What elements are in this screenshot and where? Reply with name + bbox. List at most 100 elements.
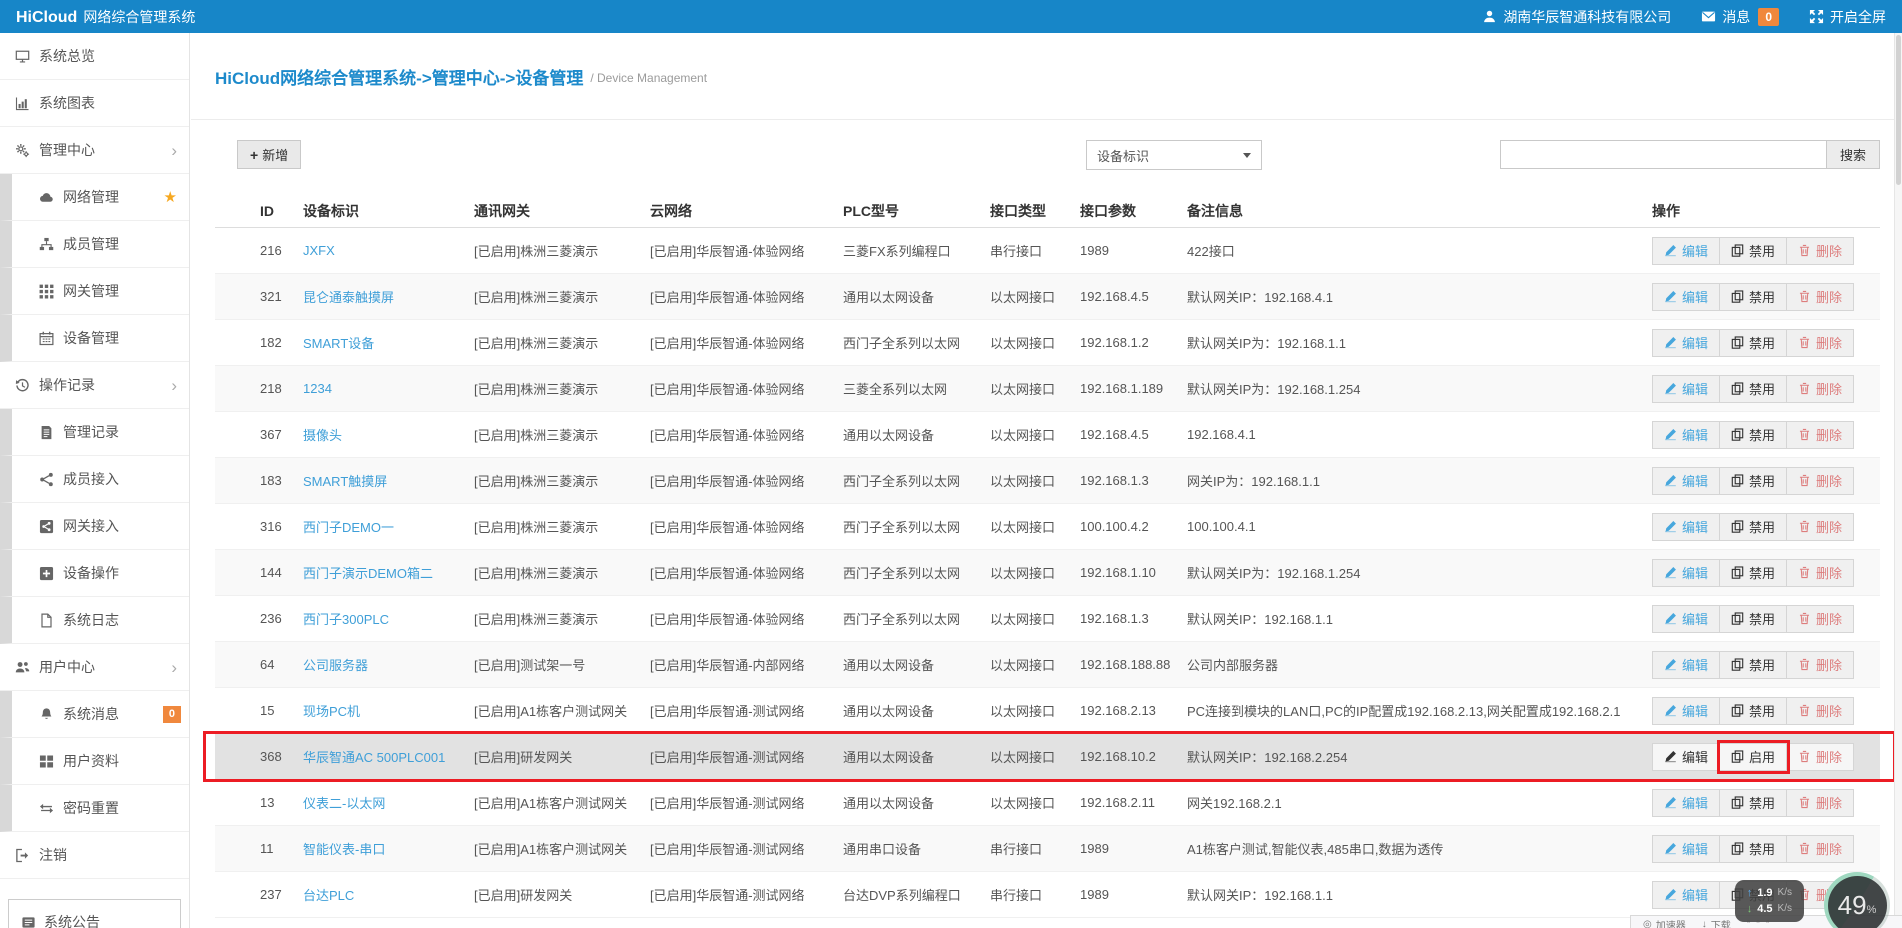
delete-button[interactable]: 删除 xyxy=(1787,237,1854,265)
edit-button[interactable]: 编辑 xyxy=(1652,329,1720,357)
delete-button[interactable]: 删除 xyxy=(1787,375,1854,403)
device-name-link[interactable]: 昆仑通泰触摸屏 xyxy=(303,287,474,306)
scrollbar-thumb[interactable] xyxy=(1896,35,1901,185)
device-name-link[interactable]: 摄像头 xyxy=(303,425,474,444)
sidebar-item-gateway-access[interactable]: 网关接入 xyxy=(0,503,189,550)
sidebar-item-system-charts[interactable]: 系统图表 xyxy=(0,80,189,127)
delete-button[interactable]: 删除 xyxy=(1787,789,1854,817)
edit-button[interactable]: 编辑 xyxy=(1652,283,1720,311)
vertical-scrollbar[interactable] xyxy=(1894,33,1902,928)
disable-button[interactable]: 禁用 xyxy=(1720,421,1787,449)
device-name-link[interactable]: 台达PLC xyxy=(303,885,474,904)
delete-button[interactable]: 删除 xyxy=(1787,605,1854,633)
edit-button[interactable]: 编辑 xyxy=(1652,835,1720,863)
device-name-link[interactable]: 仪表二-以太网 xyxy=(303,793,474,812)
search-input[interactable] xyxy=(1500,140,1826,169)
disable-button[interactable]: 禁用 xyxy=(1720,651,1787,679)
disable-button[interactable]: 禁用 xyxy=(1720,467,1787,495)
add-device-button[interactable]: + 新增 xyxy=(237,140,301,169)
disable-button[interactable]: 禁用 xyxy=(1720,789,1787,817)
device-name-link[interactable]: SMART触摸屏 xyxy=(303,471,474,490)
sidebar-item-system-announcement[interactable]: 系统公告 xyxy=(8,899,181,928)
delete-button[interactable]: 删除 xyxy=(1787,513,1854,541)
device-name-link[interactable]: SMART设备 xyxy=(303,333,474,352)
sidebar-item-password-reset[interactable]: 密码重置 xyxy=(0,785,189,832)
edit-button[interactable]: 编辑 xyxy=(1652,375,1720,403)
device-name-link[interactable]: 1234 xyxy=(303,381,474,396)
disable-button[interactable]: 禁用 xyxy=(1720,329,1787,357)
disable-button[interactable]: 禁用 xyxy=(1720,559,1787,587)
edit-button[interactable]: 编辑 xyxy=(1652,559,1720,587)
download-button[interactable]: ↓ 下载 xyxy=(1702,917,1731,928)
cell-plc-model: 通用以太网设备 xyxy=(843,747,990,766)
sidebar-item-user-profile[interactable]: 用户资料 xyxy=(0,738,189,785)
delete-button[interactable]: 删除 xyxy=(1787,835,1854,863)
delete-button[interactable]: 删除 xyxy=(1787,329,1854,357)
delete-button[interactable]: 删除 xyxy=(1787,743,1854,771)
edit-button[interactable]: 编辑 xyxy=(1652,789,1720,817)
disable-button[interactable]: 禁用 xyxy=(1720,605,1787,633)
cell-plc-model: 三菱全系列以太网 xyxy=(843,379,990,398)
edit-button[interactable]: 编辑 xyxy=(1652,237,1720,265)
sidebar-item-member-management[interactable]: 成员管理 xyxy=(0,221,189,268)
sidebar-item-gateway-management[interactable]: 网关管理 xyxy=(0,268,189,315)
edit-button[interactable]: 编辑 xyxy=(1652,467,1720,495)
disable-button[interactable]: 禁用 xyxy=(1720,375,1787,403)
company-menu[interactable]: 湖南华辰智通科技有限公司 xyxy=(1482,7,1671,27)
sidebar-item-system-messages[interactable]: 系统消息 0 xyxy=(0,691,189,738)
sidebar-item-system-overview[interactable]: 系统总览 xyxy=(0,33,189,80)
device-name-link[interactable]: 西门子演示DEMO箱二 xyxy=(303,563,474,582)
sidebar-item-management-records[interactable]: 管理记录 xyxy=(0,409,189,456)
cell-id: 216 xyxy=(215,243,303,258)
sidebar-item-management-center[interactable]: 管理中心 › xyxy=(0,127,189,174)
sidebar-item-device-management[interactable]: 设备管理 xyxy=(0,315,189,362)
messages-menu[interactable]: 消息 0 xyxy=(1701,7,1779,27)
delete-button[interactable]: 删除 xyxy=(1787,559,1854,587)
device-name-link[interactable]: 西门子DEMO一 xyxy=(303,517,474,536)
device-name-link[interactable]: 智能仪表-串口 xyxy=(303,839,474,858)
edit-button[interactable]: 编辑 xyxy=(1652,697,1720,725)
table-row: 144西门子演示DEMO箱二[已启用]株洲三菱演示[已启用]华辰智通-体验网络西… xyxy=(215,550,1880,596)
sidebar-item-network-management[interactable]: 网络管理 ★ xyxy=(0,174,189,221)
edit-button[interactable]: 编辑 xyxy=(1652,881,1720,909)
disable-button[interactable]: 禁用 xyxy=(1720,697,1787,725)
device-name-link[interactable]: 华辰智通AC 500PLC001 xyxy=(303,747,474,766)
cell-interface-param: 192.168.188.88 xyxy=(1080,657,1187,672)
sidebar-item-user-center[interactable]: 用户中心 › xyxy=(0,644,189,691)
search-button[interactable]: 搜索 xyxy=(1826,140,1880,169)
delete-button[interactable]: 删除 xyxy=(1787,697,1854,725)
fullscreen-toggle[interactable]: 开启全屏 xyxy=(1809,7,1886,27)
th-large-icon xyxy=(39,754,54,769)
disable-button[interactable]: 禁用 xyxy=(1720,237,1787,265)
disable-button[interactable]: 禁用 xyxy=(1720,835,1787,863)
device-table: ID设备标识通讯网关云网络PLC型号接口类型接口参数备注信息操作 216JXFX… xyxy=(215,194,1880,918)
delete-button[interactable]: 删除 xyxy=(1787,421,1854,449)
sidebar-item-device-operations[interactable]: 设备操作 xyxy=(0,550,189,597)
device-name-link[interactable]: 现场PC机 xyxy=(303,701,474,720)
edit-button[interactable]: 编辑 xyxy=(1652,513,1720,541)
sidebar-item-logout[interactable]: 注销 xyxy=(0,832,189,879)
table-row: 15现场PC机[已启用]A1栋客户测试网关[已启用]华辰智通-测试网络通用以太网… xyxy=(215,688,1880,734)
device-id-filter-select[interactable]: 设备标识 xyxy=(1086,140,1262,170)
row-actions: 编辑禁用删除 xyxy=(1652,835,1880,863)
sidebar-item-system-logs[interactable]: 系统日志 xyxy=(0,597,189,644)
cell-id: 316 xyxy=(215,519,303,534)
delete-button[interactable]: 删除 xyxy=(1787,467,1854,495)
sidebar-item-member-access[interactable]: 成员接入 xyxy=(0,456,189,503)
disable-button[interactable]: 禁用 xyxy=(1720,513,1787,541)
device-name-link[interactable]: 公司服务器 xyxy=(303,655,474,674)
delete-button[interactable]: 删除 xyxy=(1787,651,1854,679)
accelerator-button[interactable]: ◎ 加速器 xyxy=(1643,917,1686,928)
enable-button[interactable]: 启用 xyxy=(1720,743,1787,771)
device-name-link[interactable]: 西门子300PLC xyxy=(303,609,474,628)
edit-button[interactable]: 编辑 xyxy=(1652,651,1720,679)
edit-button[interactable]: 编辑 xyxy=(1652,421,1720,449)
sidebar-item-operation-records[interactable]: 操作记录 › xyxy=(0,362,189,409)
edit-button[interactable]: 编辑 xyxy=(1652,743,1720,771)
delete-button[interactable]: 删除 xyxy=(1787,283,1854,311)
table-row: 236西门子300PLC[已启用]株洲三菱演示[已启用]华辰智通-体验网络西门子… xyxy=(215,596,1880,642)
edit-button[interactable]: 编辑 xyxy=(1652,605,1720,633)
device-name-link[interactable]: JXFX xyxy=(303,243,474,258)
chart-icon xyxy=(15,96,30,111)
disable-button[interactable]: 禁用 xyxy=(1720,283,1787,311)
